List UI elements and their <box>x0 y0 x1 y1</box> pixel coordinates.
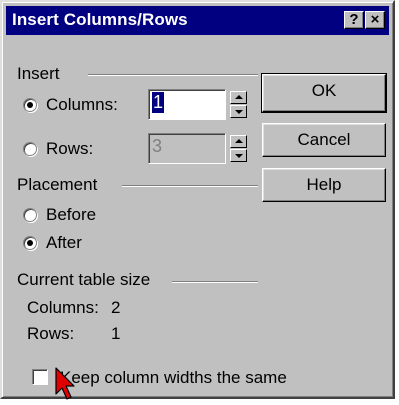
arrow-down-icon <box>235 154 243 158</box>
keep-widths-label[interactable]: Keep column widths the same <box>60 368 287 388</box>
rows-down-button[interactable] <box>230 149 247 162</box>
close-button[interactable]: × <box>365 11 385 29</box>
rows-spinner <box>230 135 247 163</box>
help-button-label: Help <box>306 175 342 194</box>
columns-spin-input[interactable]: 1 <box>148 89 226 120</box>
columns-radio[interactable] <box>23 98 37 112</box>
cancel-button[interactable]: Cancel <box>262 123 386 157</box>
columns-radio-label[interactable]: Columns: <box>46 95 118 115</box>
arrow-down-icon <box>235 110 243 114</box>
help-button[interactable]: Help <box>262 168 386 202</box>
columns-spinner <box>230 91 247 119</box>
rows-up-button[interactable] <box>230 135 247 148</box>
columns-up-button[interactable] <box>230 91 247 104</box>
rows-radio[interactable] <box>23 142 37 156</box>
current-size-label: Current table size <box>17 270 154 290</box>
arrow-up-icon <box>235 139 243 143</box>
after-radio[interactable] <box>23 236 37 250</box>
before-radio[interactable] <box>23 208 37 222</box>
columns-value: 1 <box>152 92 165 113</box>
ok-button-label: OK <box>311 81 337 100</box>
current-rows-value: 1 <box>111 324 121 343</box>
insert-group-label: Insert <box>17 64 63 84</box>
rows-radio-label[interactable]: Rows: <box>46 139 93 159</box>
insert-columns-rows-dialog: Insert Columns/Rows ? × Insert Columns: … <box>0 0 395 399</box>
help-title-button[interactable]: ? <box>344 11 364 29</box>
dialog-title: Insert Columns/Rows <box>12 10 188 29</box>
before-radio-label[interactable]: Before <box>46 205 96 225</box>
ok-button[interactable]: OK <box>261 73 387 113</box>
rows-spin-input[interactable]: 3 <box>148 133 226 164</box>
rows-value: 3 <box>152 136 163 156</box>
insert-group-line <box>88 74 258 76</box>
arrow-up-icon <box>235 95 243 99</box>
current-columns-value: 2 <box>111 298 121 317</box>
mouse-cursor-icon <box>55 367 75 400</box>
current-columns-label: Columns: <box>27 298 99 317</box>
after-radio-label[interactable]: After <box>46 233 82 253</box>
placement-group-line <box>122 185 258 187</box>
title-bar[interactable]: Insert Columns/Rows ? × <box>6 6 389 35</box>
cancel-button-label: Cancel <box>297 130 351 149</box>
current-size-group-line <box>172 281 258 283</box>
current-rows-label: Rows: <box>27 324 75 343</box>
keep-widths-checkbox[interactable] <box>32 369 48 385</box>
columns-down-button[interactable] <box>230 105 247 118</box>
placement-group-label: Placement <box>17 175 101 195</box>
